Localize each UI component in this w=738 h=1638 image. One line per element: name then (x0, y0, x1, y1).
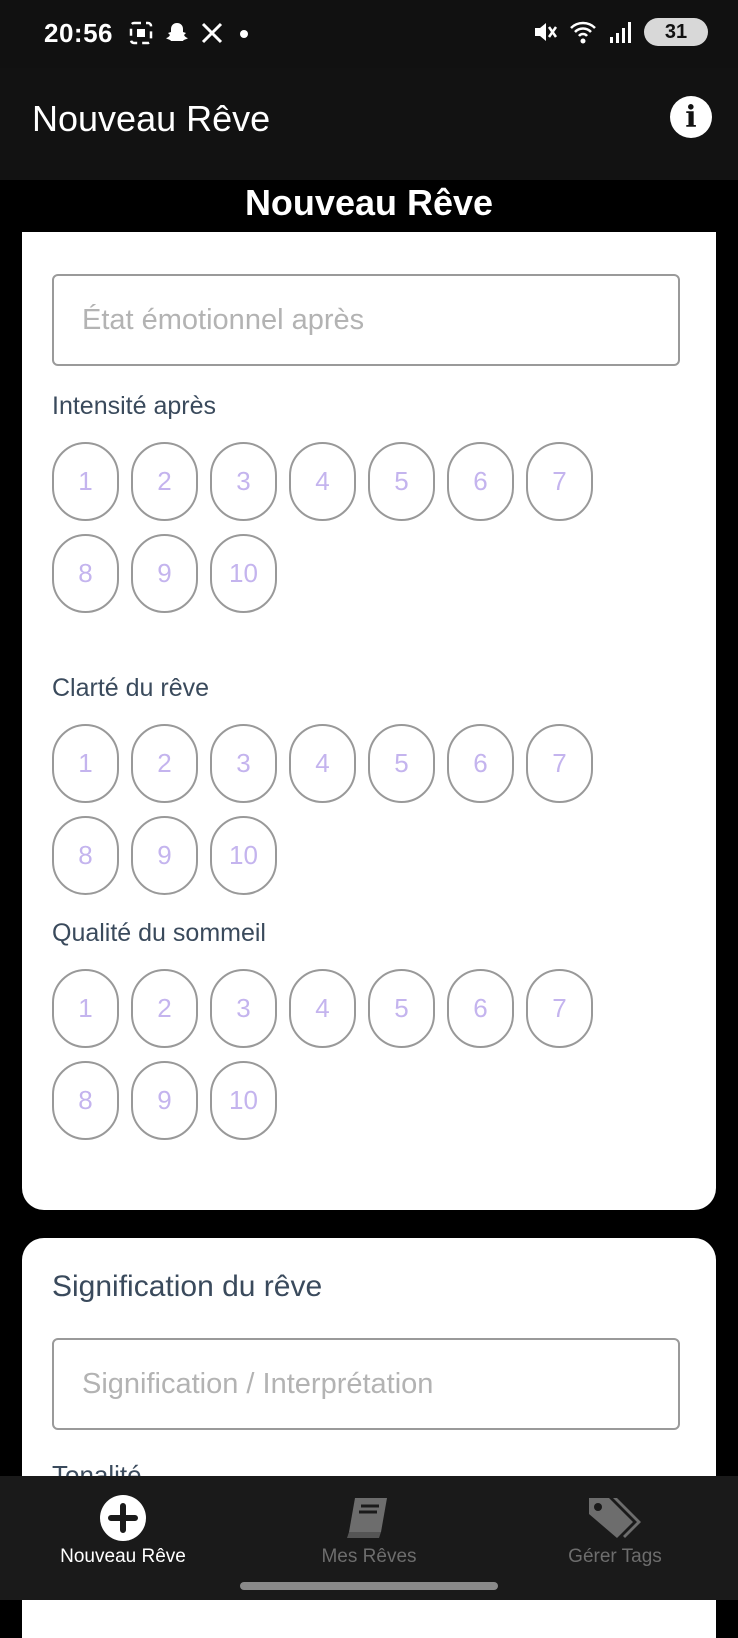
meaning-section-title: Signification du rêve (52, 1270, 323, 1303)
rating-option[interactable]: 4 (289, 442, 356, 521)
rating-option[interactable]: 1 (52, 969, 119, 1048)
sleep-quality-label: Qualité du sommeil (52, 919, 266, 947)
rating-option[interactable]: 6 (447, 442, 514, 521)
nav-item-manage-tags[interactable]: Gérer Tags (492, 1476, 738, 1600)
rating-option[interactable]: 8 (52, 816, 119, 895)
nav-label-new-dream: Nouveau Rêve (60, 1546, 186, 1567)
home-indicator (240, 1582, 498, 1590)
app-title: Nouveau Rêve (32, 98, 271, 139)
book-icon (347, 1498, 387, 1538)
rating-option[interactable]: 2 (131, 724, 198, 803)
battery-icon: 31 (644, 18, 708, 46)
dream-clarity-label: Clarté du rêve (52, 674, 210, 702)
nav-item-new-dream[interactable]: Nouveau Rêve (0, 1476, 246, 1600)
rating-option[interactable]: 9 (131, 816, 198, 895)
form-card-ratings: Intensité après 12345678910 Clarté du rê… (22, 232, 716, 1210)
rating-option[interactable]: 10 (210, 534, 277, 613)
nav-label-manage-tags: Gérer Tags (568, 1546, 662, 1567)
rating-option[interactable]: 3 (210, 442, 277, 521)
intensity-after-rating: 1 2 3 4 5 6 7 8 9 10 (52, 442, 612, 613)
x-icon (201, 22, 223, 44)
rating-option[interactable]: 5 (368, 442, 435, 521)
meaning-input[interactable] (52, 1338, 680, 1430)
rating-option[interactable]: 7 (526, 442, 593, 521)
status-time: 20:56 (44, 18, 113, 48)
rating-option[interactable]: 2 (131, 442, 198, 521)
status-icons-right: 31 (532, 18, 708, 46)
app-bar: Nouveau Rêve i (0, 68, 738, 180)
screenshot-icon (129, 21, 153, 45)
rating-option[interactable]: 1 (52, 442, 119, 521)
signal-icon (610, 22, 631, 43)
rating-option[interactable]: 10 (210, 1061, 277, 1140)
tags-icon (589, 1498, 641, 1538)
nav-label-my-dreams: Mes Rêves (321, 1546, 417, 1567)
battery-level: 31 (664, 20, 688, 43)
rating-option[interactable]: 1 (52, 724, 119, 803)
rating-option[interactable]: 9 (131, 1061, 198, 1140)
mute-icon (535, 23, 558, 41)
rating-option[interactable]: 4 (289, 969, 356, 1048)
sleep-quality-rating: 1 2 3 4 5 6 7 8 9 10 (52, 969, 612, 1140)
dot-icon (240, 30, 248, 38)
dream-clarity-rating: 1 2 3 4 5 6 7 8 9 10 (52, 724, 612, 895)
emotional-state-after-input[interactable] (52, 274, 680, 366)
wifi-icon (570, 21, 596, 44)
rating-option[interactable]: 6 (447, 969, 514, 1048)
add-circle-icon (100, 1495, 146, 1541)
rating-option[interactable]: 3 (210, 724, 277, 803)
status-icons-left (128, 20, 254, 46)
status-bar: 20:56 31 (0, 0, 738, 68)
rating-option[interactable]: 5 (368, 724, 435, 803)
info-icon[interactable]: i (670, 96, 712, 138)
rating-option[interactable]: 10 (210, 816, 277, 895)
rating-option[interactable]: 7 (526, 969, 593, 1048)
rating-option[interactable]: 8 (52, 534, 119, 613)
rating-option[interactable]: 8 (52, 1061, 119, 1140)
intensity-after-label: Intensité après (52, 392, 216, 420)
rating-option[interactable]: 7 (526, 724, 593, 803)
rating-option[interactable]: 6 (447, 724, 514, 803)
snapchat-icon (166, 23, 188, 41)
page-heading: Nouveau Rêve (244, 182, 494, 223)
rating-option[interactable]: 5 (368, 969, 435, 1048)
rating-option[interactable]: 9 (131, 534, 198, 613)
rating-option[interactable]: 2 (131, 969, 198, 1048)
rating-option[interactable]: 4 (289, 724, 356, 803)
rating-option[interactable]: 3 (210, 969, 277, 1048)
